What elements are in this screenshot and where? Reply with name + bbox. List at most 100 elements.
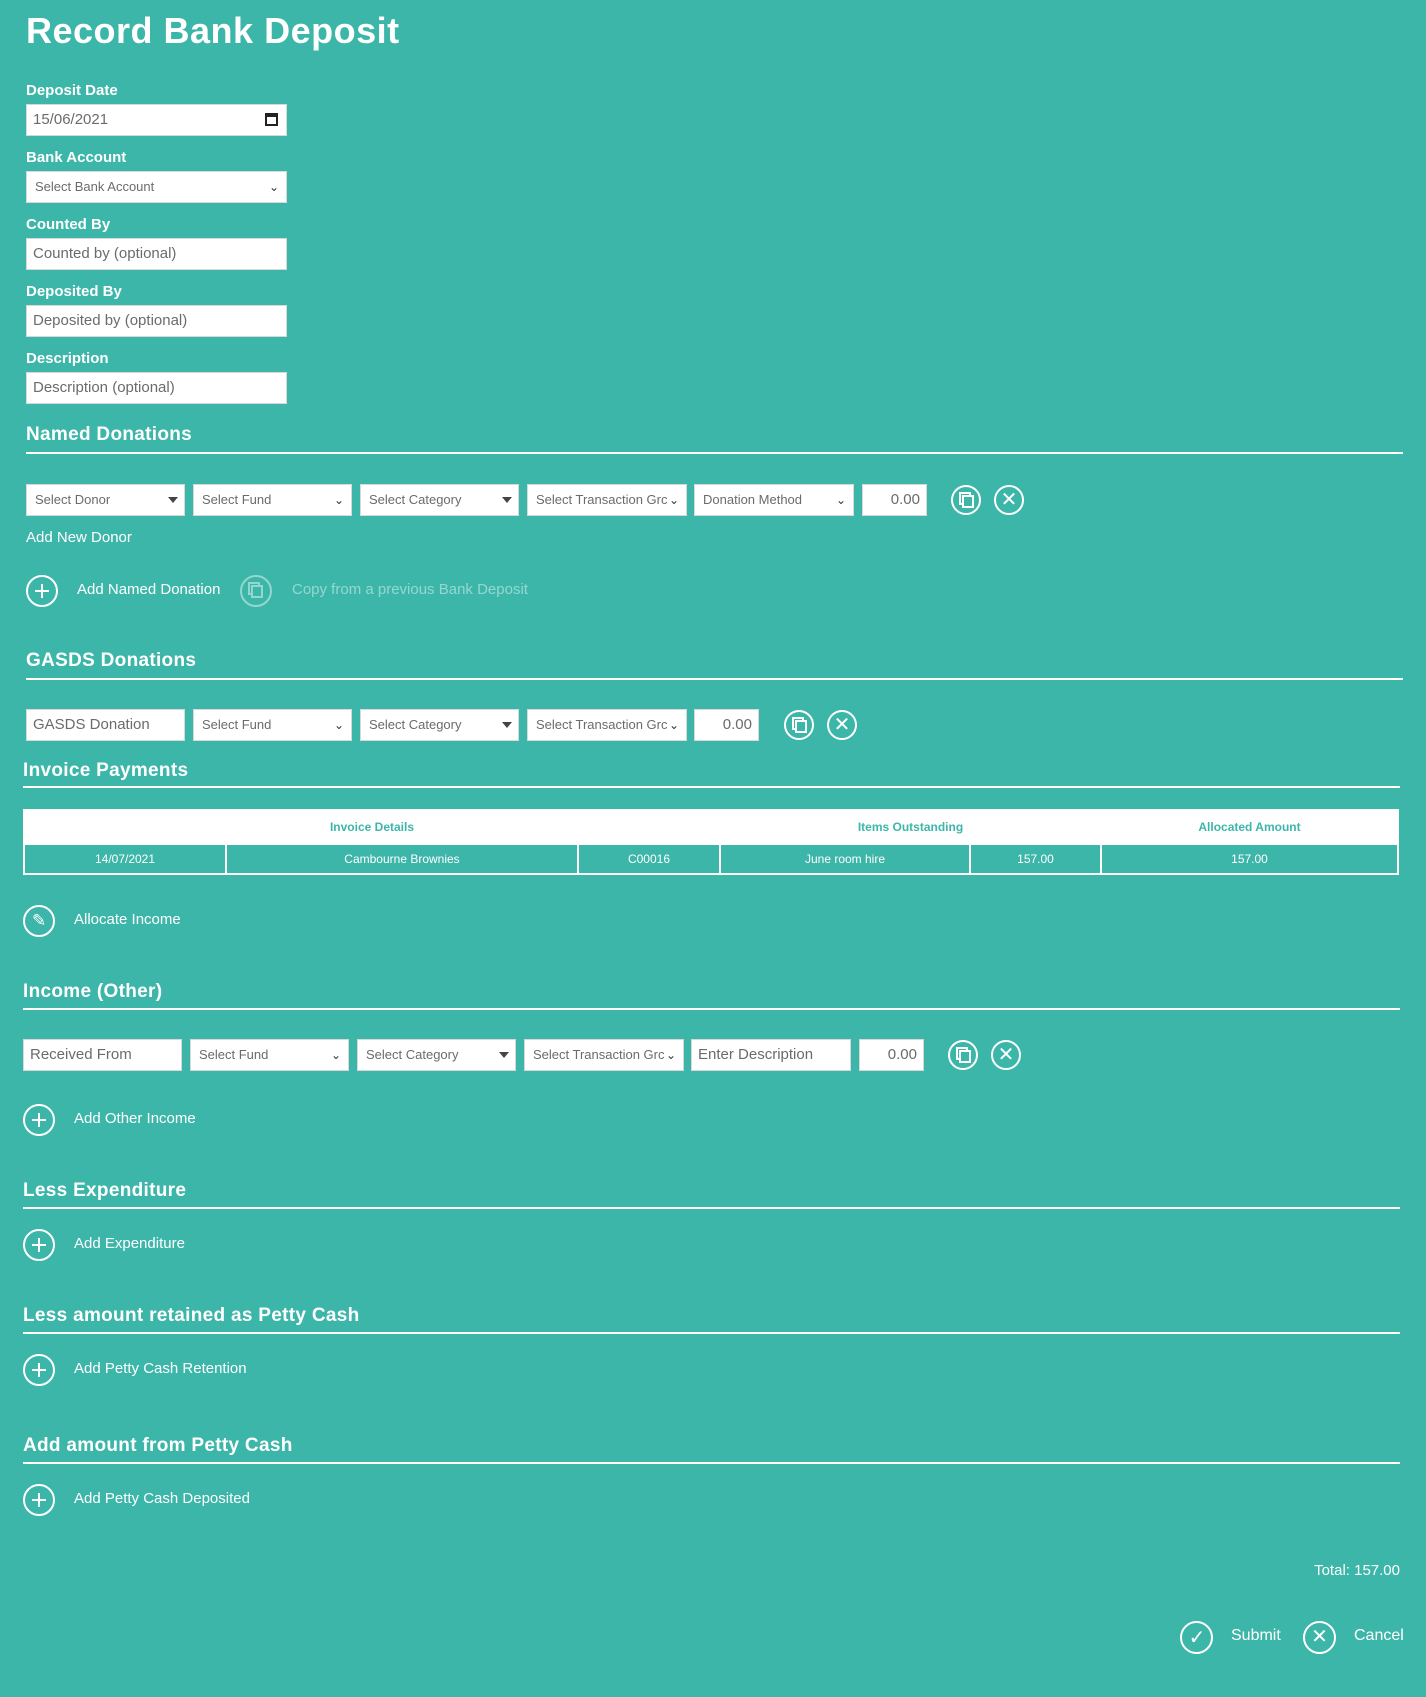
plus-icon-v (38, 1238, 40, 1252)
gasds-fund-placeholder: Select Fund (202, 717, 272, 732)
invoice-payments-title: Invoice Payments (23, 760, 189, 781)
add-new-donor-link[interactable]: Add New Donor (26, 529, 132, 546)
income-amount-value: 0.00 (887, 1046, 917, 1063)
fund-select[interactable]: Select Fund ⌄ (193, 484, 352, 516)
gasds-title: GASDS Donations (26, 650, 197, 671)
gasds-fund-select[interactable]: Select Fund ⌄ (193, 709, 352, 741)
income-remove-row-button[interactable]: ✕ (991, 1040, 1021, 1070)
submit-label[interactable]: Submit (1231, 1627, 1281, 1645)
counted-by-placeholder: Counted by (optional) (33, 245, 177, 262)
gasds-category-select[interactable]: Select Category (360, 709, 519, 741)
chevron-down-icon: ⌄ (665, 1048, 676, 1062)
received-from-field[interactable]: Received From (23, 1039, 182, 1071)
donation-amount-value: 0.00 (890, 491, 920, 508)
section-divider (23, 1207, 1400, 1209)
column-header-invoice-details: Invoice Details (23, 809, 721, 845)
named-donations-title: Named Donations (26, 424, 193, 445)
donation-method-select[interactable]: Donation Method ⌄ (694, 484, 854, 516)
pencil-icon: ✎ (32, 911, 47, 930)
invoice-payments-table: Invoice Details Items Outstanding Alloca… (23, 809, 1399, 875)
caret-down-icon (168, 497, 178, 503)
duplicate-row-button[interactable] (951, 485, 981, 515)
bank-account-label: Bank Account (26, 149, 127, 166)
bank-account-placeholder: Select Bank Account (35, 179, 155, 194)
chevron-down-icon: ⌄ (668, 493, 679, 507)
bank-account-select[interactable]: Select Bank Account ⌄ (26, 171, 287, 203)
allocate-income-button[interactable]: ✎ (23, 905, 55, 937)
copy-icon-front (959, 1050, 971, 1063)
invoice-customer-cell: Cambourne Brownies (225, 843, 579, 875)
plus-icon-v (38, 1493, 40, 1507)
cancel-button[interactable]: ✕ (1303, 1621, 1336, 1654)
column-header-items-outstanding: Items Outstanding (719, 809, 1102, 845)
petty-cash-added-title: Add amount from Petty Cash (23, 1435, 293, 1456)
deposited-by-label: Deposited By (26, 283, 122, 300)
table-row[interactable]: 14/07/2021 Cambourne Brownies C00016 Jun… (23, 843, 1399, 875)
chevron-down-icon: ⌄ (333, 493, 344, 507)
add-petty-cash-deposited-label[interactable]: Add Petty Cash Deposited (74, 1490, 250, 1507)
add-named-donation-label[interactable]: Add Named Donation (77, 581, 220, 598)
add-other-income-label[interactable]: Add Other Income (74, 1110, 196, 1127)
add-named-donation-button[interactable] (26, 575, 58, 607)
items-outstanding-amount-cell: 157.00 (969, 843, 1102, 875)
donation-method-placeholder: Donation Method (703, 492, 803, 507)
copy-icon-front (251, 585, 263, 598)
close-icon: ✕ (1311, 1626, 1328, 1648)
close-icon: ✕ (1000, 489, 1018, 511)
income-description-field[interactable]: Enter Description (691, 1039, 851, 1071)
section-divider (23, 1008, 1400, 1010)
less-expenditure-title: Less Expenditure (23, 1180, 187, 1201)
gasds-amount-field[interactable]: 0.00 (694, 709, 759, 741)
chevron-down-icon: ⌄ (333, 718, 344, 732)
gasds-transaction-group-placeholder: Select Transaction Grc (536, 717, 668, 732)
gasds-transaction-group-select[interactable]: Select Transaction Grc ⌄ (527, 709, 687, 741)
invoice-date-cell: 14/07/2021 (23, 843, 227, 875)
record-bank-deposit-page: Record Bank Deposit Deposit Date 15/06/2… (0, 0, 1426, 1697)
income-duplicate-row-button[interactable] (948, 1040, 978, 1070)
close-icon: ✕ (997, 1044, 1015, 1066)
gasds-duplicate-row-button[interactable] (784, 710, 814, 740)
income-amount-field[interactable]: 0.00 (859, 1039, 924, 1071)
income-category-select[interactable]: Select Category (357, 1039, 516, 1071)
deposited-by-field[interactable]: Deposited by (optional) (26, 305, 287, 337)
close-icon: ✕ (833, 714, 851, 736)
add-petty-cash-retention-label[interactable]: Add Petty Cash Retention (74, 1360, 247, 1377)
add-other-income-button[interactable] (23, 1104, 55, 1136)
deposited-by-placeholder: Deposited by (optional) (33, 312, 188, 329)
allocate-income-label[interactable]: Allocate Income (74, 911, 181, 928)
category-select[interactable]: Select Category (360, 484, 519, 516)
add-petty-cash-deposited-button[interactable] (23, 1484, 55, 1516)
fund-placeholder: Select Fund (202, 492, 272, 507)
section-divider (26, 452, 1403, 454)
deposit-date-label: Deposit Date (26, 82, 118, 99)
chevron-down-icon: ⌄ (668, 718, 679, 732)
add-petty-cash-retention-button[interactable] (23, 1354, 55, 1386)
plus-icon-v (38, 1113, 40, 1127)
category-placeholder: Select Category (369, 492, 462, 507)
donor-placeholder: Select Donor (35, 492, 111, 507)
add-expenditure-label[interactable]: Add Expenditure (74, 1235, 185, 1252)
income-fund-select[interactable]: Select Fund ⌄ (190, 1039, 349, 1071)
copy-previous-deposit-label[interactable]: Copy from a previous Bank Deposit (292, 581, 528, 598)
income-transaction-group-select[interactable]: Select Transaction Grc ⌄ (524, 1039, 684, 1071)
transaction-group-select[interactable]: Select Transaction Grc ⌄ (527, 484, 687, 516)
caret-down-icon (502, 722, 512, 728)
submit-button[interactable]: ✓ (1180, 1621, 1213, 1654)
add-expenditure-button[interactable] (23, 1229, 55, 1261)
remove-row-button[interactable]: ✕ (994, 485, 1024, 515)
deposit-date-field[interactable]: 15/06/2021 (26, 104, 287, 136)
transaction-group-placeholder: Select Transaction Grc (536, 492, 668, 507)
copy-icon-front (962, 495, 974, 508)
copy-previous-deposit-button[interactable] (240, 575, 272, 607)
invoice-item-cell: June room hire (719, 843, 971, 875)
calendar-icon[interactable] (265, 113, 278, 126)
gasds-remove-row-button[interactable]: ✕ (827, 710, 857, 740)
gasds-name-field[interactable]: GASDS Donation (26, 709, 185, 741)
cancel-label[interactable]: Cancel (1354, 1627, 1404, 1645)
deposit-date-value: 15/06/2021 (33, 111, 109, 128)
donor-select[interactable]: Select Donor (26, 484, 185, 516)
description-field[interactable]: Description (optional) (26, 372, 287, 404)
counted-by-field[interactable]: Counted by (optional) (26, 238, 287, 270)
donation-amount-field[interactable]: 0.00 (862, 484, 927, 516)
income-category-placeholder: Select Category (366, 1047, 459, 1062)
